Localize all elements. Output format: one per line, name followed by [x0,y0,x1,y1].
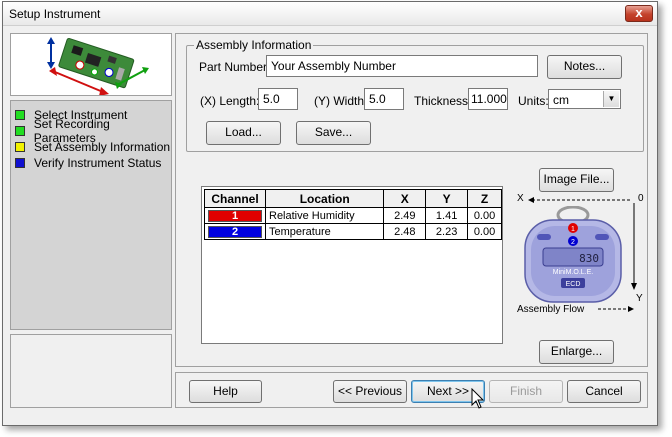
device-readout: 830 [579,252,599,265]
channel-table-area: Channel Location X Y Z 1 Relative Humidi… [201,186,503,344]
step-status-square [15,157,25,168]
assembly-information-legend: Assembly Information [194,38,314,52]
part-number-label: Part Number: [199,60,271,74]
column-header-y[interactable]: Y [425,189,469,208]
instrument-logo [10,33,172,96]
notes-button[interactable]: Notes... [547,55,622,79]
z-cell[interactable]: 0.00 [467,207,502,224]
column-header-x[interactable]: X [383,189,427,208]
help-button[interactable]: Help [189,380,262,403]
flow-arrow-icon [598,306,634,312]
save-button[interactable]: Save... [296,121,371,145]
location-cell[interactable]: Relative Humidity [264,207,385,224]
z-cell[interactable]: 0.00 [467,223,502,240]
left-info-panel [10,334,172,408]
device-brand: MiniM.O.L.E. [553,269,594,276]
column-header-z[interactable]: Z [467,189,502,208]
table-row[interactable]: 1 Relative Humidity 2.49 1.41 0.00 [204,207,502,224]
y-cell[interactable]: 2.23 [425,223,469,240]
step-label: Verify Instrument Status [34,155,162,170]
thickness-input[interactable]: 11.000 [468,88,508,110]
device-badge: ECD [566,281,581,288]
channel-cell[interactable]: 2 [204,223,266,240]
window-title: Setup Instrument [9,7,101,21]
channel-badge: 1 [208,209,262,222]
part-number-input[interactable]: Your Assembly Number [266,55,538,77]
table-row[interactable]: 2 Temperature 2.48 2.23 0.00 [204,223,502,240]
column-header-location[interactable]: Location [264,189,385,208]
table-header-row: Channel Location X Y Z [204,189,502,208]
units-label: Units: [518,94,549,108]
cancel-button[interactable]: Cancel [567,380,641,403]
channel-table: Channel Location X Y Z 1 Relative Humidi… [204,189,502,240]
svg-text:1: 1 [571,226,575,233]
channel-cell[interactable]: 1 [204,207,266,224]
column-header-channel[interactable]: Channel [204,189,266,208]
step-status-square [15,141,25,152]
location-cell[interactable]: Temperature [264,223,385,240]
dropdown-arrow-icon[interactable]: ▼ [603,91,619,107]
units-select[interactable]: cm ▼ [548,89,621,109]
y-cell[interactable]: 1.41 [425,207,469,224]
step-status-square [15,125,25,136]
close-button[interactable]: x [625,5,653,22]
thickness-label: Thickness: [414,94,472,108]
step-set-recording-parameters: Set Recording Parameters [15,117,171,145]
title-bar: Setup Instrument x [3,2,657,26]
assembly-flow-label: Assembly Flow [517,304,585,315]
previous-button[interactable]: << Previous [333,380,407,403]
x-cell[interactable]: 2.48 [383,223,427,240]
steps-list: Select Instrument Set Recording Paramete… [10,100,172,330]
load-button[interactable]: Load... [206,121,281,145]
enlarge-button[interactable]: Enlarge... [539,340,614,364]
image-file-button[interactable]: Image File... [539,168,614,192]
x-cell[interactable]: 2.49 [383,207,427,224]
step-label: Set Assembly Information [34,139,171,154]
circuit-board-icon [47,37,149,96]
step-verify-instrument-status: Verify Instrument Status [15,155,161,170]
width-input[interactable]: 5.0 [364,88,404,110]
datalogger-device-image: 1 2 830 MiniM.O.L.E. ECD [524,206,622,303]
finish-button[interactable]: Finish [489,380,563,403]
length-input[interactable]: 5.0 [258,88,298,110]
step-set-assembly-information: Set Assembly Information [15,139,170,154]
units-selected-value: cm [553,93,569,107]
mouse-pointer-icon [471,388,485,409]
length-label: (X) Length: [200,94,260,108]
step-status-square [15,109,25,120]
svg-text:2: 2 [571,239,575,246]
width-label: (Y) Width: [314,94,368,108]
channel-badge: 2 [208,225,262,238]
